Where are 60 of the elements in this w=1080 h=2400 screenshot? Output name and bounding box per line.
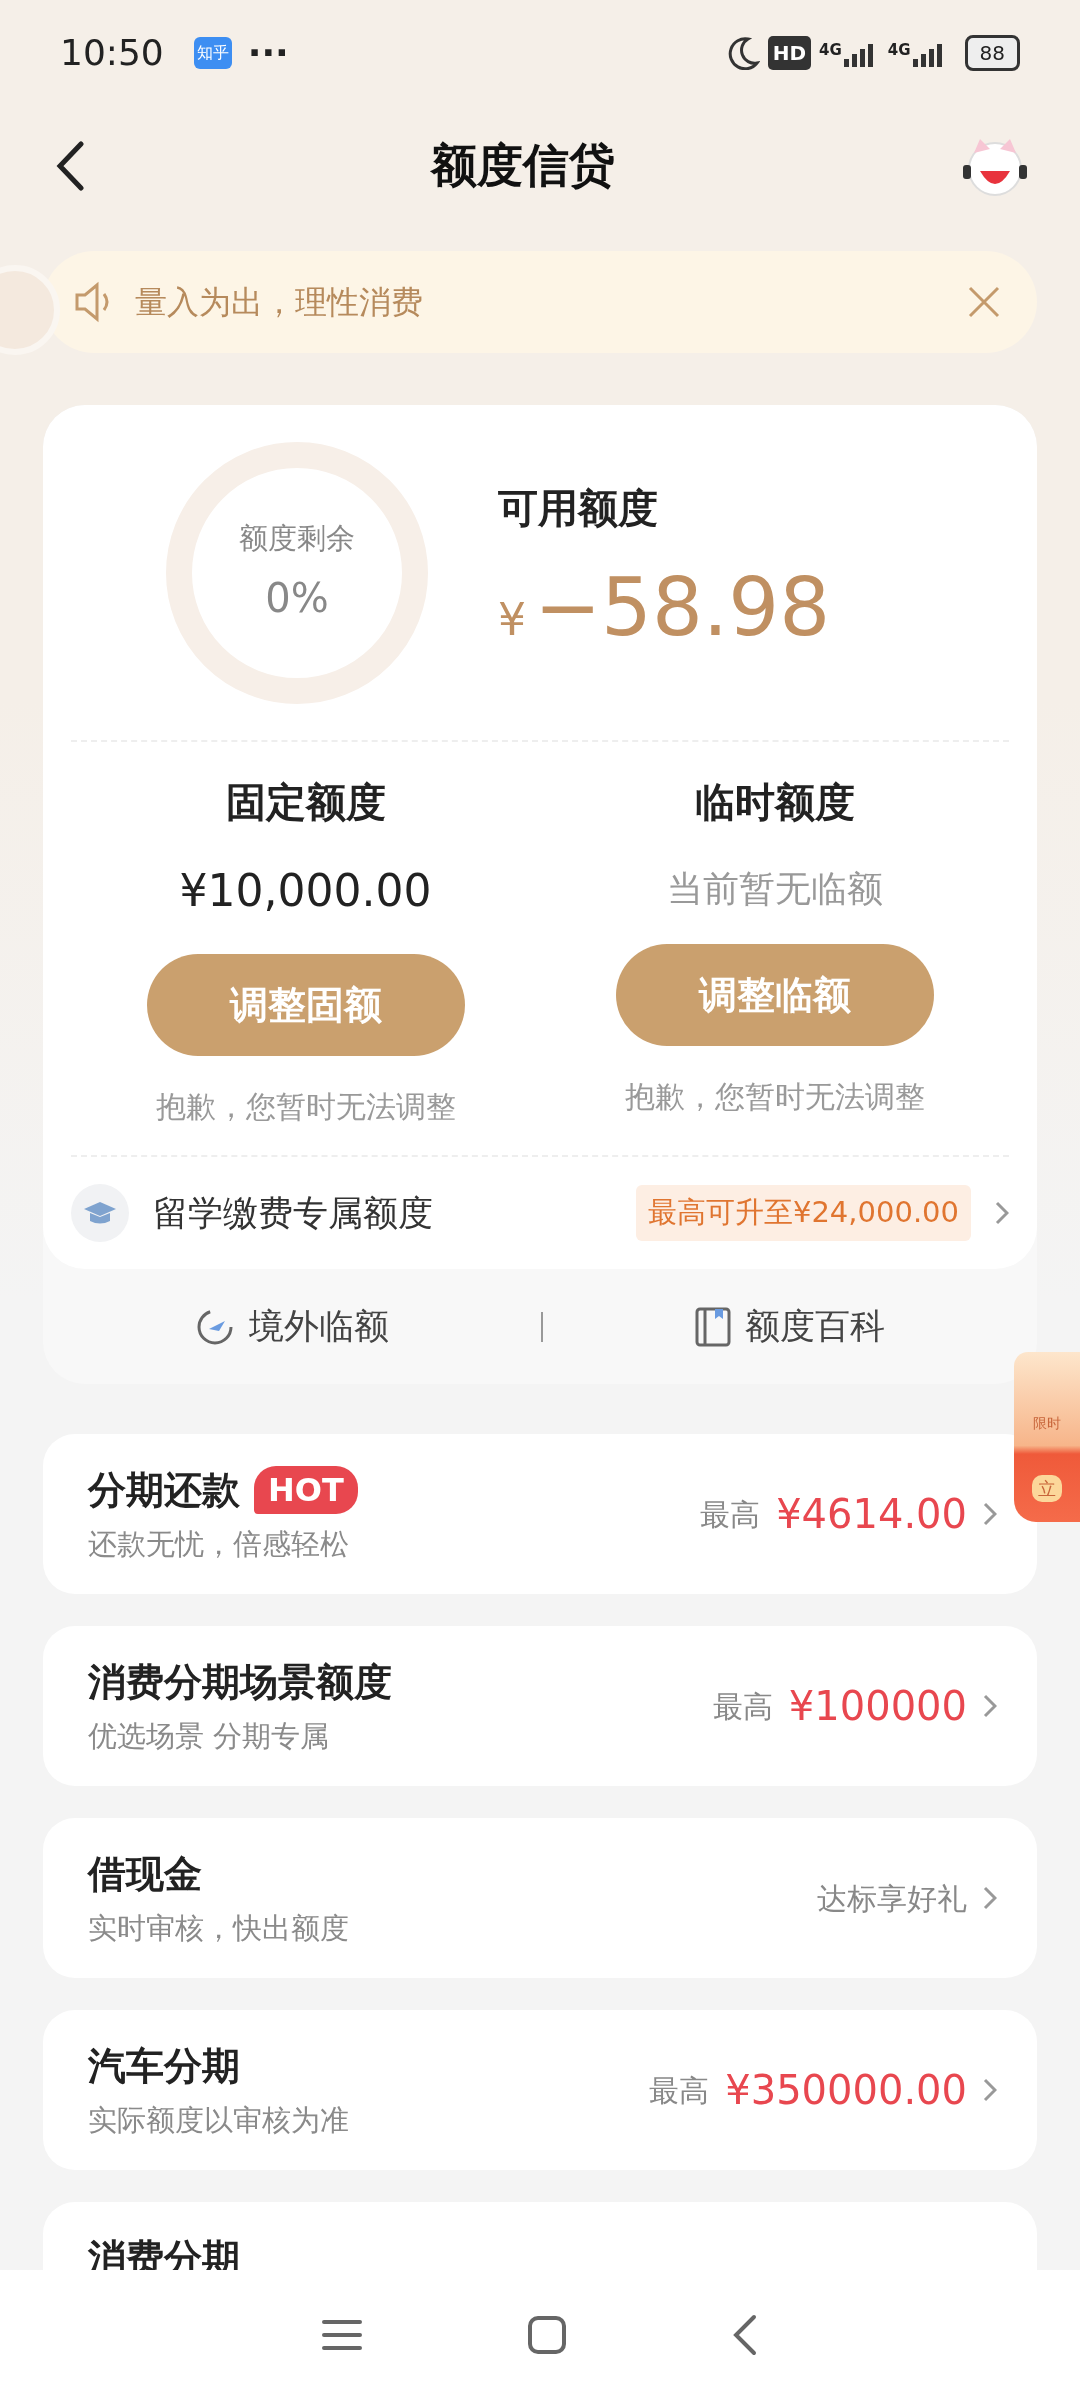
column-title: 固定额度 xyxy=(225,778,386,827)
chevron-icon xyxy=(983,1694,997,1718)
hd-badge: HD xyxy=(767,35,812,70)
product-subtitle: 还款无忧，倍感轻松 xyxy=(88,1525,350,1563)
chevron-icon xyxy=(995,1201,1009,1225)
product-title: 汽车分期 xyxy=(88,2042,240,2090)
book-icon xyxy=(695,1306,731,1347)
app-badge: 知乎 xyxy=(193,36,232,69)
ring-percent: 0% xyxy=(265,574,329,624)
back-icon xyxy=(55,140,85,191)
battery-indicator: 88 xyxy=(964,34,1020,71)
product-title: 分期还款 xyxy=(88,1466,240,1514)
promo-text: 达标享好礼 xyxy=(817,1879,967,1918)
quick-link[interactable]: 额度百科 xyxy=(695,1300,885,1353)
network-label: 4G xyxy=(887,39,911,61)
quick-link[interactable]: 境外临额 xyxy=(195,1300,389,1353)
back-button[interactable] xyxy=(55,140,85,191)
product-subtitle: 优选场景 分期专属 xyxy=(88,1717,331,1755)
amount-prefix: 最高 xyxy=(649,2071,710,2110)
back-nav-icon[interactable] xyxy=(731,2314,758,2356)
product-card[interactable]: 汽车分期 实际额度以审核为准 最高 ¥350000.00 xyxy=(43,2010,1037,2170)
study-label: 留学缴费专属额度 xyxy=(153,1191,433,1235)
chevron-icon xyxy=(983,2078,997,2102)
max-amount: ¥4614.00 xyxy=(776,1490,967,1539)
chevron-icon xyxy=(983,1886,997,1910)
home-icon[interactable] xyxy=(527,2315,567,2355)
amount-prefix: 最高 xyxy=(700,1495,761,1534)
hot-tag: HOT xyxy=(254,1466,358,1515)
available-label: 可用额度 xyxy=(498,483,659,533)
notice-text: 量入为出，理性消费 xyxy=(135,282,423,323)
product-subtitle: 实际额度以审核为准 xyxy=(88,2101,349,2139)
available-amount: −58.98 xyxy=(534,559,831,656)
graduation-cap-icon xyxy=(71,1184,129,1242)
currency-sign: ¥ xyxy=(498,592,526,647)
product-card[interactable]: 借现金 实时审核，快出额度 达标享好礼 xyxy=(43,1818,1037,1978)
column-value: 当前暂无临额 xyxy=(666,867,883,911)
clock: 10:50 xyxy=(60,30,164,75)
max-amount: ¥100000 xyxy=(788,1682,967,1731)
chevron-icon xyxy=(983,1502,997,1526)
product-title: 消费分期场景额度 xyxy=(88,1658,392,1706)
adjust-note: 抱歉，您暂时无法调整 xyxy=(155,1088,456,1126)
product-title: 借现金 xyxy=(88,1850,202,1898)
limit-tag: 最高可升至¥24,000.00 xyxy=(635,1185,971,1241)
column-value: ¥10,000.00 xyxy=(179,864,432,918)
menu-icon[interactable] xyxy=(322,2318,363,2352)
max-amount: ¥350000.00 xyxy=(725,2066,967,2115)
product-card[interactable]: 分期还款 HOT 还款无忧，倍感轻松 最高 ¥4614.00 xyxy=(43,1434,1037,1594)
column-title: 临时额度 xyxy=(694,778,855,827)
network-label: 4G xyxy=(819,39,842,61)
product-card[interactable]: 消费分期场景额度 优选场景 分期专属 最高 ¥100000 xyxy=(43,1626,1037,1786)
more-dots: ··· xyxy=(247,30,289,75)
promo-text: 立 xyxy=(1032,1474,1062,1502)
close-icon xyxy=(966,284,1002,320)
promo-text: 限时 xyxy=(1033,1413,1061,1433)
study-row[interactable]: 留学缴费专属额度 最高可升至¥24,000.00 xyxy=(71,1157,1009,1269)
product-subtitle: 实时审核，快出额度 xyxy=(88,1909,349,1947)
adjust-note: 抱歉，您暂时无法调整 xyxy=(624,1078,925,1116)
page-title: 额度信贷 xyxy=(430,137,615,194)
amount-prefix: 最高 xyxy=(712,1687,773,1726)
ring-label: 额度剩余 xyxy=(239,519,355,557)
